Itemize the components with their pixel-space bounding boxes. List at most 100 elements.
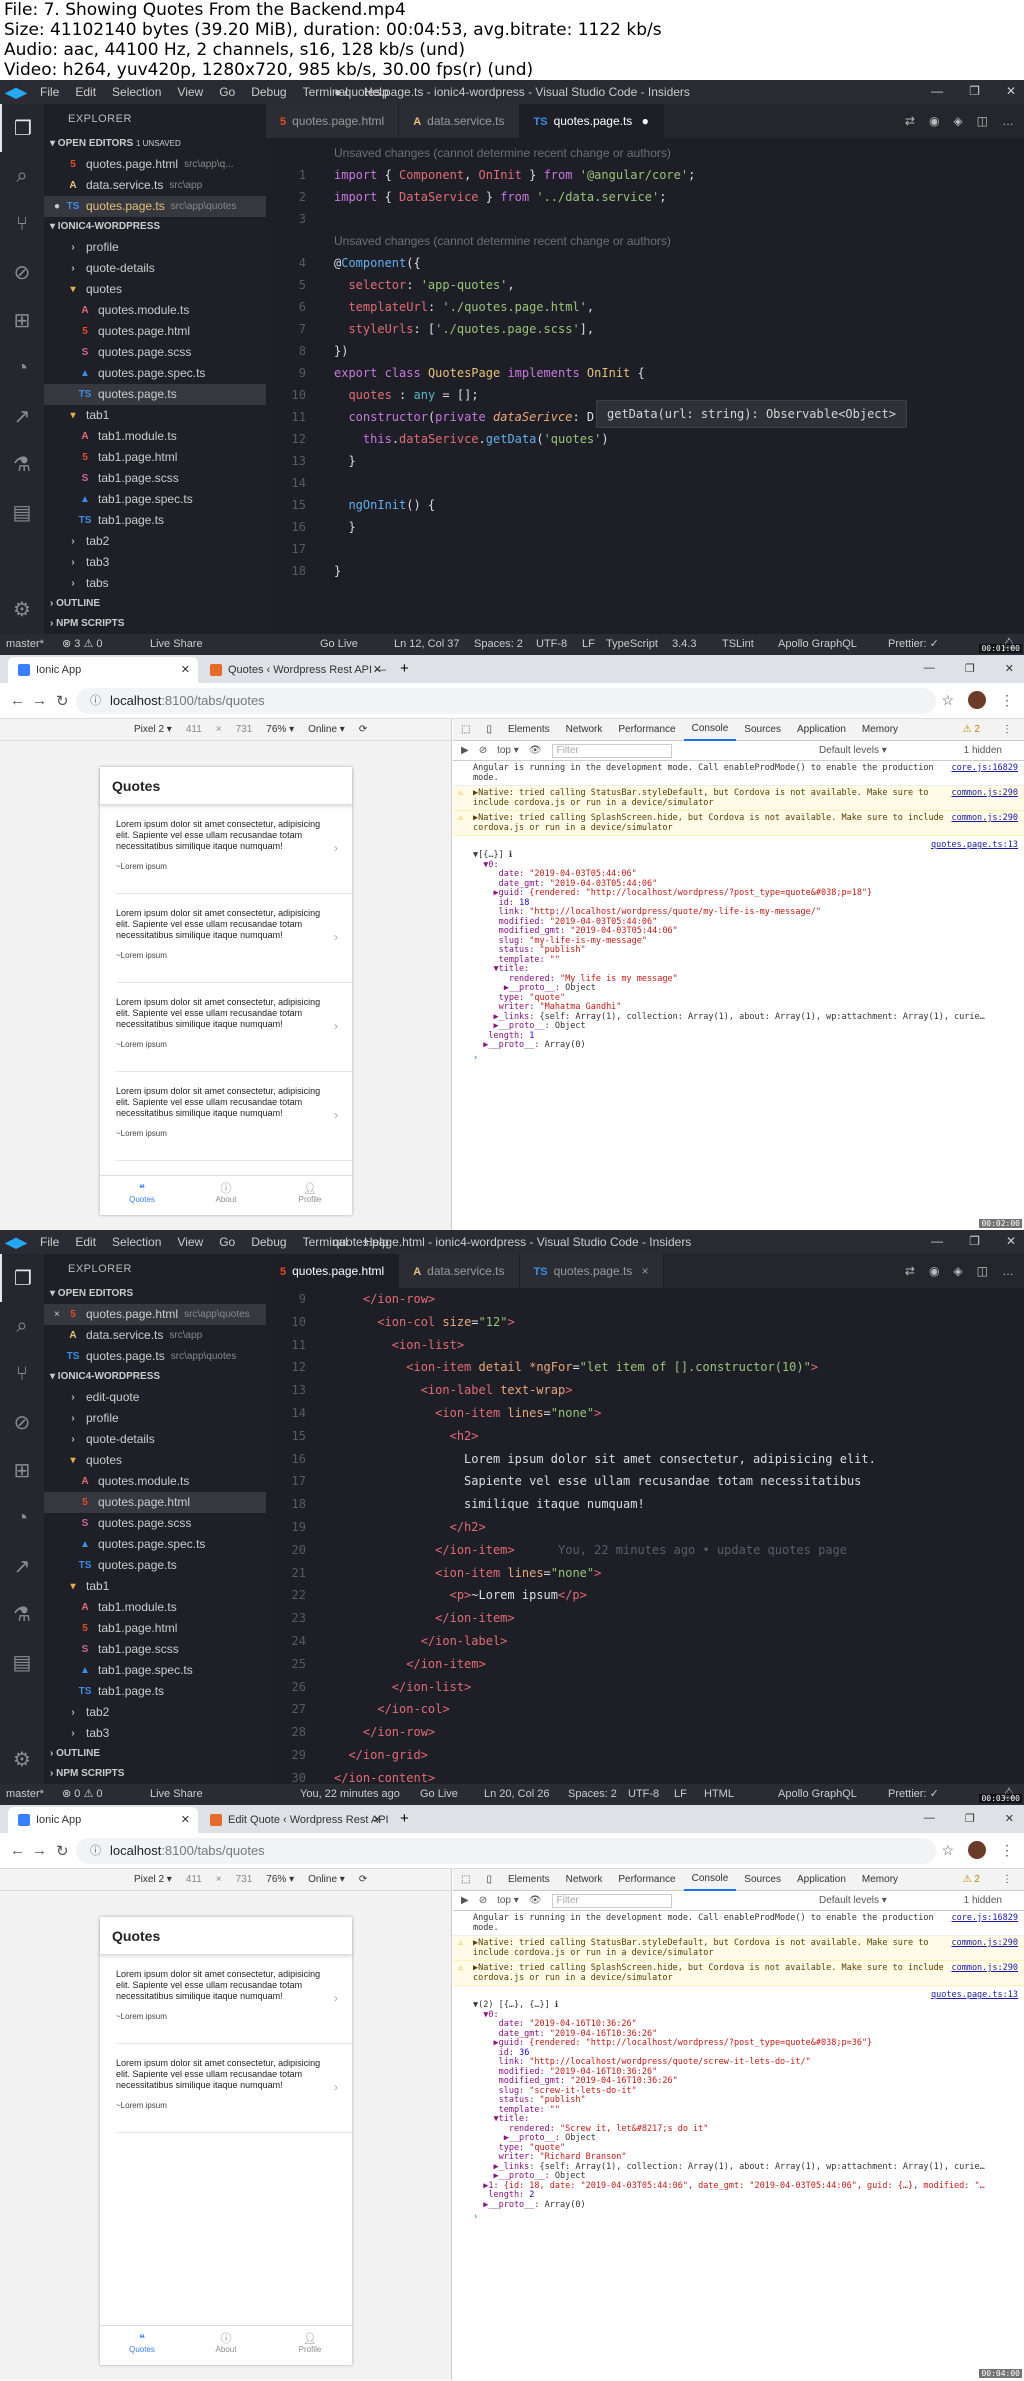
code-line[interactable]: <ion-label text-wrap>	[334, 1383, 573, 1397]
address-bar[interactable]: ⓘ localhost:8100/tabs/quotes	[76, 688, 936, 714]
tree-item[interactable]: ▲ quotes.page.spec.ts	[44, 363, 266, 384]
source-control-icon[interactable]: ⑂	[0, 200, 44, 248]
problems-indicator[interactable]: ⊗ 0 ⚠ 0	[62, 1784, 102, 1805]
extensions-icon[interactable]: ⊞	[0, 1446, 44, 1494]
menu-item-view[interactable]: View	[177, 85, 203, 99]
context-select[interactable]: top ▾	[497, 1895, 519, 1906]
eol[interactable]: LF	[674, 1784, 687, 1805]
tree-item[interactable]: › edit-quote	[44, 1387, 266, 1408]
code-line[interactable]: <p>~Lorem ipsum</p>	[334, 1588, 587, 1602]
menu-item-debug[interactable]: Debug	[251, 1235, 286, 1249]
tab-close-icon[interactable]: ✕	[373, 1807, 382, 1833]
editor-tab[interactable]: 5 quotes.page.html	[266, 1254, 400, 1288]
git-lens-icon[interactable]: ◈	[953, 1264, 962, 1278]
tree-item[interactable]: Aquotes.module.ts	[44, 300, 266, 321]
quote-list-item[interactable]: Lorem ipsum dolor sit amet consectetur, …	[116, 1955, 352, 2044]
menu-item-selection[interactable]: Selection	[112, 85, 161, 99]
forward-icon[interactable]: →	[32, 692, 47, 709]
devtools-tab-performance[interactable]: Performance	[610, 724, 683, 735]
code-line[interactable]: }	[334, 520, 355, 534]
project-header[interactable]: ▾ IONIC4-WORDPRESS	[44, 1367, 266, 1387]
source-link[interactable]: core.js:16829	[951, 1913, 1018, 1923]
quote-list-item[interactable]: Lorem ipsum dolor sit amet consectetur, …	[116, 805, 352, 894]
open-editors-header[interactable]: ▾ OPEN EDITORS	[44, 1284, 266, 1304]
object-tree-line[interactable]: ▶__proto__: Array(0)	[453, 1040, 1024, 1051]
code-line[interactable]: <ion-item lines="none">	[334, 1406, 601, 1420]
code-line[interactable]: @Component({	[334, 256, 421, 270]
warning-count[interactable]: ⚠ 2	[955, 1874, 988, 1885]
code-line[interactable]: </ion-row>	[334, 1292, 435, 1306]
sidebar-toggle-icon[interactable]: ▶	[461, 745, 469, 756]
tab-about[interactable]: ⓘ About	[184, 1176, 268, 1215]
devtools-menu-icon[interactable]: ⋮	[994, 724, 1020, 735]
device-width[interactable]: 411	[186, 1874, 202, 1885]
code-line[interactable]: <ion-item detail *ngFor="let item of [].…	[334, 1360, 818, 1374]
devtools-tab-memory[interactable]: Memory	[854, 724, 906, 735]
levels-select[interactable]: Default levels ▾	[819, 745, 887, 756]
language-mode[interactable]: TypeScript	[606, 634, 658, 655]
tree-item[interactable]: › profile	[44, 1408, 266, 1429]
debug-icon[interactable]: ⊘	[0, 1398, 44, 1446]
go-live-button[interactable]: Go Live	[320, 634, 358, 655]
tree-item[interactable]: › tabs	[44, 573, 266, 594]
remote-icon[interactable]: ◔	[0, 1494, 44, 1542]
tree-item[interactable]: ▾ tab1	[44, 1576, 266, 1597]
tree-item[interactable]: 5 quotes.page.html	[44, 1492, 266, 1513]
tree-item[interactable]: TS quotes.page.ts	[44, 384, 266, 405]
close-icon[interactable]: ✕	[1006, 1234, 1016, 1248]
device-height[interactable]: 731	[236, 724, 253, 735]
rotate-icon[interactable]: ⟳	[359, 724, 367, 735]
tree-item[interactable]: › tab3	[44, 552, 266, 573]
tree-item[interactable]: TS tab1.page.ts	[44, 1681, 266, 1702]
tree-item[interactable]: Squotes.page.scss	[44, 1513, 266, 1534]
tab-close-icon[interactable]: ✕	[373, 657, 382, 683]
code-line[interactable]: </ion-list>	[334, 1680, 471, 1694]
code-line[interactable]: similique itaque numquam!	[334, 1497, 645, 1511]
more-icon[interactable]: …	[1002, 1264, 1014, 1278]
more-icon[interactable]: …	[1002, 114, 1014, 128]
code-line[interactable]: quotes : any = [];	[334, 388, 478, 402]
object-tree-line[interactable]: ▼(2) [{…}, {…}] ℹ	[453, 2000, 1024, 2011]
tree-item[interactable]: › quote-details	[44, 258, 266, 279]
inspect-icon[interactable]: ⬚	[453, 724, 478, 735]
minimize-icon[interactable]: —	[931, 1234, 943, 1248]
tree-item[interactable]: › profile	[44, 237, 266, 258]
code-line[interactable]: <ion-list>	[334, 1338, 464, 1352]
compare-icon[interactable]: ⇄	[905, 1264, 915, 1278]
info-icon[interactable]: ⓘ	[90, 1838, 101, 1864]
source-link[interactable]: common.js:290	[951, 1963, 1018, 1973]
code-line[interactable]: </h2>	[334, 1520, 486, 1534]
tree-item[interactable]: Atab1.module.ts	[44, 1597, 266, 1618]
tree-item[interactable]: Squotes.page.scss	[44, 342, 266, 363]
branch-indicator[interactable]: master*	[6, 1784, 44, 1805]
quote-list-item[interactable]: Lorem ipsum dolor sit amet consectetur, …	[116, 2044, 352, 2133]
go-live-button[interactable]: Go Live	[420, 1784, 458, 1805]
menu-kebab-icon[interactable]: ⋮	[1000, 1842, 1014, 1859]
open-editor-item[interactable]: TS quotes.page.ts src\app\quotes	[44, 1346, 266, 1367]
tab-close-icon[interactable]: ×	[638, 1264, 649, 1278]
levels-select[interactable]: Default levels ▾	[819, 1895, 887, 1906]
maximize-icon[interactable]: ❐	[965, 1812, 975, 1825]
avatar[interactable]	[968, 1841, 986, 1859]
editor-tab[interactable]: TS quotes.page.ts ×	[519, 1254, 664, 1288]
source-link[interactable]: common.js:290	[951, 1938, 1018, 1948]
message-text[interactable]: ▶Native: tried calling SplashScreen.hide…	[473, 1963, 944, 1983]
split-editor-icon[interactable]: ◫	[977, 114, 988, 128]
tree-item[interactable]: Aquotes.module.ts	[44, 1471, 266, 1492]
code-line[interactable]: </ion-col>	[334, 1702, 449, 1716]
code-line[interactable]: import { Component, OnInit } from '@angu…	[334, 168, 695, 182]
live-share-icon[interactable]: ↗	[0, 1542, 44, 1590]
encoding[interactable]: UTF-8	[536, 634, 567, 655]
sidebar-toggle-icon[interactable]: ▶	[461, 1895, 469, 1906]
editor-tab[interactable]: 5 quotes.page.html	[266, 104, 400, 138]
close-icon[interactable]: ✕	[1005, 662, 1014, 675]
tree-item[interactable]: ▾ quotes	[44, 1450, 266, 1471]
device-height[interactable]: 731	[236, 1874, 253, 1885]
new-tab-icon[interactable]: +	[400, 1810, 409, 1827]
object-tree-line[interactable]: ▶__proto__: Array(0)	[453, 2200, 1024, 2211]
open-changes-icon[interactable]: ◉	[929, 114, 939, 128]
indentation[interactable]: Spaces: 2	[568, 1784, 617, 1805]
branch-indicator[interactable]: master*	[6, 634, 44, 655]
console-prompt[interactable]: ›	[453, 2210, 1024, 2224]
indentation[interactable]: Spaces: 2	[474, 634, 523, 655]
